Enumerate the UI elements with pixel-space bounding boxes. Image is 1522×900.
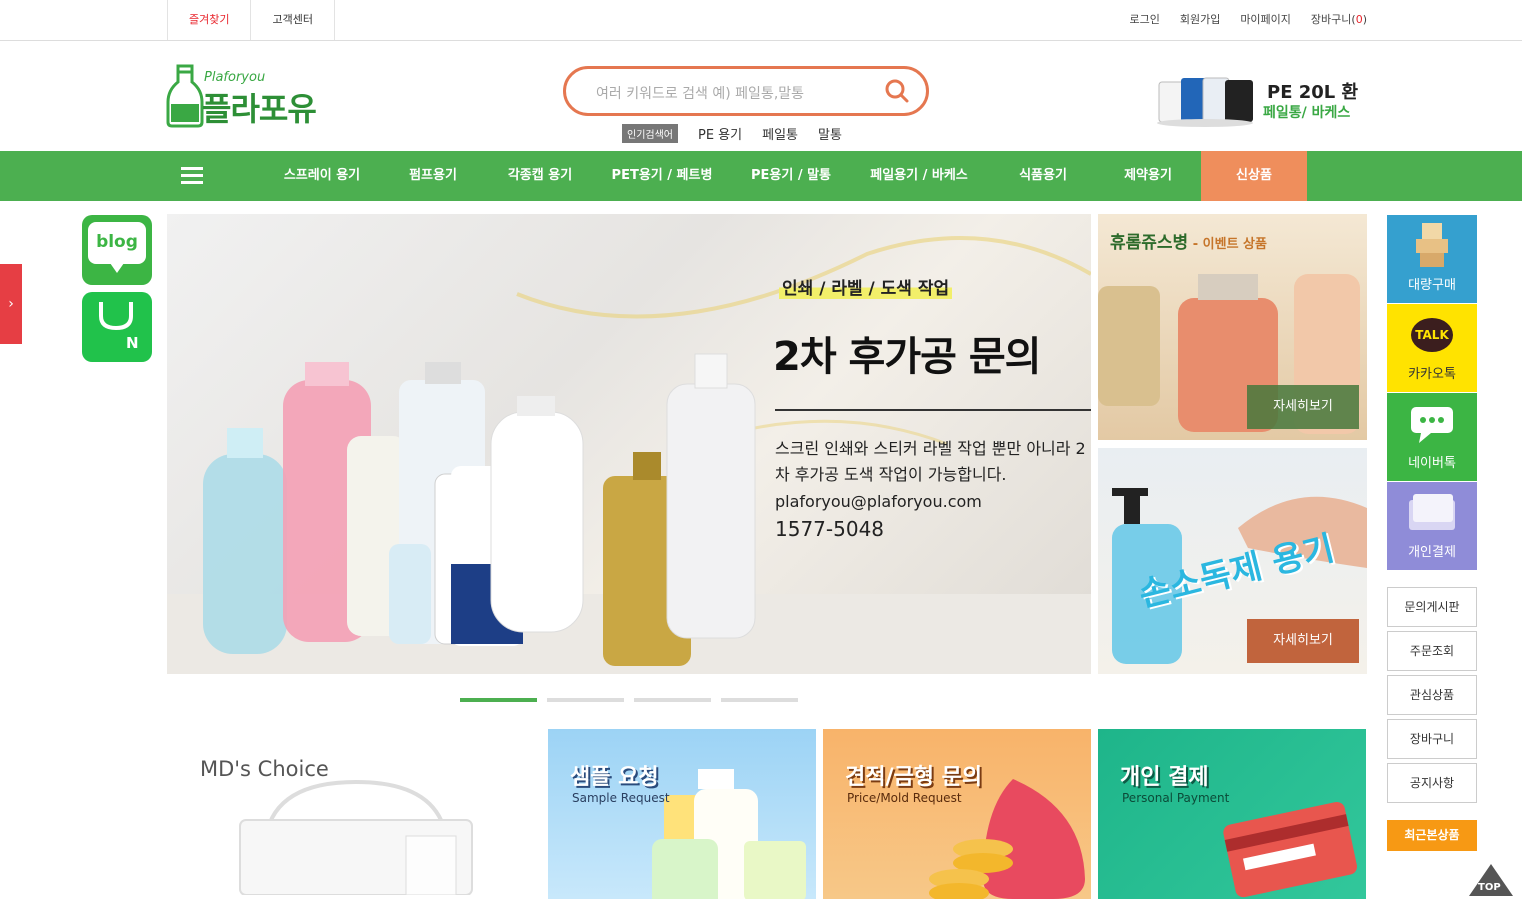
slide-indicator[interactable] [547, 698, 624, 702]
card2-detail-button[interactable]: 자세히보기 [1247, 619, 1359, 663]
scroll-top-button[interactable]: TOP [1467, 862, 1515, 896]
band-letter: N [126, 334, 139, 352]
slide-indicator[interactable] [721, 698, 798, 702]
price-request-subtitle: Price/Mold Request [847, 791, 962, 805]
quick-kakao-label: 카카오톡 [1408, 367, 1456, 382]
nav-food[interactable]: 식품용기 [1004, 151, 1082, 201]
quick-navertalk[interactable]: 네이버톡 [1387, 393, 1477, 481]
quick-notice[interactable]: 공지사항 [1387, 763, 1477, 803]
chevron-right-icon: › [8, 296, 14, 312]
main-navigation: 스프레이 용기 펌프용기 각종캡 용기 PET용기 / 페트병 PE용기 / 말… [0, 151, 1522, 201]
cart-label-close: ) [1362, 13, 1367, 26]
logo-english: Plaforyou [204, 70, 266, 85]
slide-indicator[interactable] [460, 698, 537, 702]
cart-count: 0 [1355, 13, 1363, 26]
quick-bulk-order[interactable]: 대량구매 [1387, 215, 1477, 303]
nav-new-products[interactable]: 신상품 [1201, 151, 1307, 201]
quick-kakaotalk[interactable]: TALK 카카오톡 [1387, 304, 1477, 392]
top-left-links: 즐겨찾기 고객센터 [167, 0, 335, 40]
recently-viewed-button[interactable]: 최근본상품 [1387, 820, 1477, 851]
sample-request-card[interactable]: 샘플 요청 Sample Request [548, 729, 816, 899]
quick-inquiry-board[interactable]: 문의게시판 [1387, 587, 1477, 627]
quick-bulk-label: 대량구매 [1408, 278, 1456, 293]
hero-phone[interactable]: 1577-5048 [775, 517, 884, 541]
card1-subtitle: - 이벤트 상품 [1188, 237, 1267, 252]
cart-label: 장바구니( [1310, 13, 1356, 26]
band-icon [99, 302, 133, 331]
sanitizer-promo-card[interactable]: 손소독제 용기 자세히보기 [1098, 448, 1367, 674]
nav-cap[interactable]: 각종캡 용기 [492, 151, 588, 201]
hero-slider[interactable]: 인쇄 / 라벨 / 도색 작업 2차 후가공 문의 스크린 인쇄와 스티커 라벨… [167, 214, 1091, 674]
search-box[interactable]: 여러 키워드로 검색 예) 페일통,말통 [563, 66, 929, 116]
credit-card-icon [1409, 494, 1455, 530]
popular-keywords: 인기검색어 PE 용기 페일통 말통 [622, 124, 842, 143]
top-utility-bar: 즐겨찾기 고객센터 로그인 회원가입 마이페이지 장바구니(0) [0, 0, 1522, 41]
top-label: TOP [1478, 882, 1501, 893]
sample-request-subtitle: Sample Request [572, 791, 670, 805]
popular-keyword[interactable]: PE 용기 [698, 124, 742, 143]
personal-payment-subtitle: Personal Payment [1122, 791, 1230, 805]
hero-tag: 인쇄 / 라벨 / 도색 작업 [779, 274, 953, 299]
hamburger-menu-icon[interactable] [181, 167, 203, 185]
popular-tag: 인기검색어 [622, 124, 678, 143]
sample-request-title: 샘플 요청 [570, 765, 659, 790]
quick-wishlist[interactable]: 관심상품 [1387, 675, 1477, 715]
quick-order-lookup[interactable]: 주문조회 [1387, 631, 1477, 671]
boxes-icon [1416, 223, 1448, 267]
favorites-link[interactable]: 즐겨찾기 [167, 0, 250, 40]
quick-payment-label: 개인결제 [1408, 545, 1456, 560]
nav-pharma[interactable]: 제약용기 [1110, 151, 1186, 201]
header-promo-banner[interactable]: PE 20L 환 페일통/ 바케스 [1155, 70, 1365, 128]
white-pail-image [239, 779, 473, 895]
personal-payment-title: 개인 결제 [1120, 765, 1209, 790]
customer-center-link[interactable]: 고객센터 [250, 0, 335, 40]
chat-bubble-icon [1411, 407, 1453, 443]
blog-bubble-tail-icon [110, 263, 124, 273]
hero-divider [775, 409, 1091, 411]
hero-description: 스크린 인쇄와 스티커 라벨 작업 뿐만 아니라 2차 후가공 도색 작업이 가… [775, 439, 1086, 484]
kakao-talk-icon: TALK [1411, 318, 1453, 352]
search-input[interactable]: 여러 키워드로 검색 예) 페일통,말통 [596, 83, 804, 103]
popular-keyword[interactable]: 말통 [818, 124, 842, 143]
blog-icon: blog [88, 222, 146, 264]
nav-spray[interactable]: 스프레이 용기 [266, 151, 378, 201]
payment-card-image [1223, 801, 1358, 898]
hero-title: 2차 후가공 문의 [773, 334, 1041, 380]
top-right-links: 로그인 회원가입 마이페이지 장바구니(0) [1129, 0, 1367, 40]
card1-detail-button[interactable]: 자세히보기 [1247, 385, 1359, 429]
cart-link[interactable]: 장바구니(0) [1311, 0, 1367, 40]
signup-link[interactable]: 회원가입 [1180, 0, 1220, 40]
nav-pail[interactable]: 페일용기 / 바케스 [858, 151, 980, 201]
promo-title: PE 20L 환 [1267, 82, 1359, 103]
naver-band-button[interactable]: N [82, 292, 152, 362]
price-mold-request-card[interactable]: 견적/금형 문의 Price/Mold Request [823, 729, 1091, 899]
pail-buckets-image [1157, 77, 1253, 127]
nav-pet[interactable]: PET용기 / 페트병 [601, 151, 723, 201]
juice-bottle-promo-card[interactable]: 휴롬쥬스병 - 이벤트 상품 자세히보기 [1098, 214, 1367, 440]
site-logo[interactable]: Plaforyou 플라포유 [166, 64, 326, 128]
quick-cart[interactable]: 장바구니 [1387, 719, 1477, 759]
personal-payment-card[interactable]: 개인 결제 Personal Payment [1098, 729, 1366, 899]
logo-korean: 플라포유 [202, 90, 317, 128]
popular-keyword[interactable]: 페일통 [762, 124, 798, 143]
login-link[interactable]: 로그인 [1129, 0, 1159, 40]
left-slide-tab[interactable]: › [0, 264, 22, 344]
slide-indicator[interactable] [634, 698, 711, 702]
card1-title: 휴롬쥬스병 - 이벤트 상품 [1110, 228, 1267, 253]
money-bag-image [929, 779, 1085, 899]
card1-title-text: 휴롬쥬스병 [1110, 233, 1189, 253]
cosmetic-containers-image [652, 769, 806, 899]
nav-pump[interactable]: 펌프용기 [390, 151, 476, 201]
quick-personal-payment[interactable]: 개인결제 [1387, 482, 1477, 570]
nav-pe[interactable]: PE용기 / 말통 [738, 151, 844, 201]
hero-email[interactable]: plaforyou@plaforyou.com [775, 492, 982, 511]
search-icon[interactable] [884, 78, 910, 104]
promo-subtitle: 페일통/ 바케스 [1263, 105, 1351, 121]
blog-button[interactable]: blog [82, 215, 152, 285]
price-request-title: 견적/금형 문의 [845, 765, 983, 790]
mypage-link[interactable]: 마이페이지 [1240, 0, 1291, 40]
bottle-logo-icon [166, 64, 204, 128]
quick-naver-label: 네이버톡 [1408, 456, 1456, 471]
